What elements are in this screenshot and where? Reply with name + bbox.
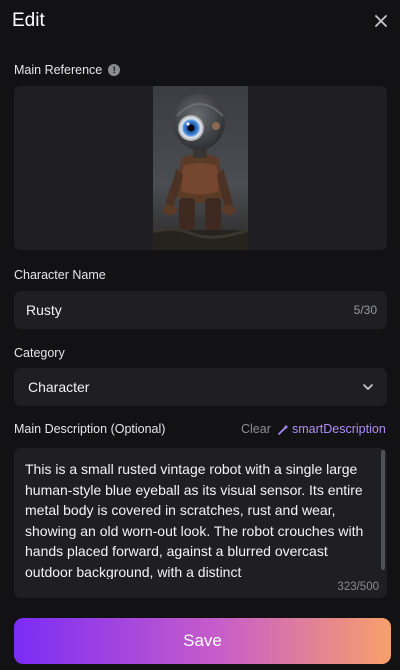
- main-description-text[interactable]: This is a small rusted vintage robot wit…: [25, 459, 377, 579]
- main-reference-box[interactable]: [14, 86, 387, 250]
- close-icon[interactable]: [370, 10, 392, 32]
- info-icon[interactable]: !: [108, 64, 121, 76]
- save-button[interactable]: Save: [14, 618, 391, 664]
- textarea-scrollbar[interactable]: [381, 450, 385, 570]
- character-name-field[interactable]: Rusty 5/30: [14, 291, 387, 329]
- main-description-textarea[interactable]: This is a small rusted vintage robot wit…: [14, 448, 387, 598]
- category-label: Category: [14, 346, 65, 360]
- reference-image[interactable]: [153, 86, 248, 250]
- smart-description-button[interactable]: smartDescription: [278, 422, 386, 436]
- main-description-header: Main Description (Optional) Clear smartD…: [14, 422, 387, 440]
- page-title: Edit: [12, 10, 45, 31]
- smart-description-label: smartDescription: [292, 422, 386, 436]
- category-value[interactable]: Character: [28, 379, 89, 395]
- category-select[interactable]: Character: [14, 368, 387, 406]
- header: Edit: [0, 0, 400, 44]
- character-name-label: Character Name: [14, 268, 106, 282]
- chevron-down-icon[interactable]: [361, 380, 375, 394]
- character-name-counter: 5/30: [353, 303, 377, 317]
- main-description-label: Main Description (Optional): [14, 422, 166, 436]
- character-name-value[interactable]: Rusty: [26, 302, 62, 318]
- magic-wand-icon: [278, 424, 289, 435]
- main-reference-label-text: Main Reference: [14, 63, 103, 77]
- main-description-counter: 323/500: [337, 581, 379, 593]
- clear-button[interactable]: Clear: [241, 422, 271, 436]
- edit-panel: Edit Main Reference! Character Name Rust…: [0, 0, 400, 670]
- main-reference-label: Main Reference!: [14, 63, 121, 77]
